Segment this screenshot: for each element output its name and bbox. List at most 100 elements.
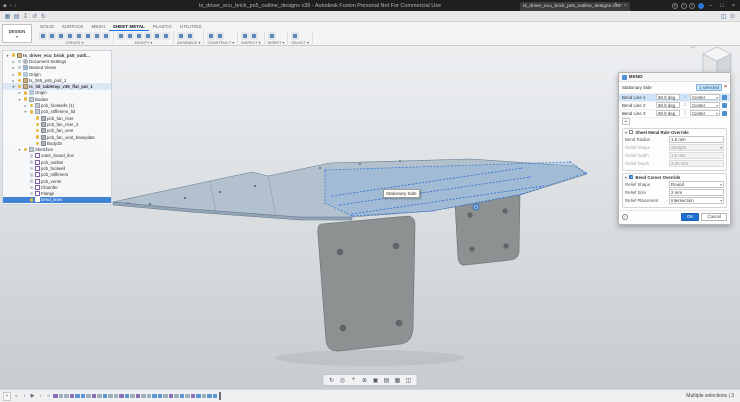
new-component-icon[interactable]: [177, 32, 185, 40]
timeline-feature[interactable]: [152, 394, 157, 399]
visibility-icon[interactable]: [24, 91, 28, 95]
visibility-icon[interactable]: [12, 53, 16, 57]
back-icon[interactable]: ‹: [10, 3, 12, 9]
flip-direction-icon[interactable]: ↕: [682, 102, 688, 108]
timeline-feature[interactable]: [180, 394, 185, 399]
undo-icon[interactable]: ↺: [30, 12, 39, 21]
visibility-icon[interactable]: [30, 179, 34, 183]
bend-table-row[interactable]: Bend Line 1 90.0 deg ↕ Center ▾: [619, 94, 730, 102]
fit-icon[interactable]: ▣: [372, 376, 380, 384]
combine-icon[interactable]: [162, 32, 170, 40]
data-panel-icon[interactable]: ▦: [3, 12, 12, 21]
joint-icon[interactable]: [186, 32, 194, 40]
toolbar-group-label[interactable]: SELECT ▾: [291, 40, 309, 46]
add-bend-button[interactable]: +: [622, 118, 630, 125]
new-document-tab-button[interactable]: +: [614, 2, 618, 8]
timeline-feature[interactable]: [92, 394, 97, 399]
timeline-playhead[interactable]: [219, 392, 221, 400]
timeline-feature[interactable]: [141, 394, 146, 399]
expander-icon[interactable]: ▾: [17, 97, 22, 102]
derive-icon[interactable]: [84, 32, 92, 40]
visibility-icon[interactable]: [30, 192, 34, 196]
timeline-feature[interactable]: [103, 394, 108, 399]
zoom-icon[interactable]: ⊕: [361, 376, 369, 384]
fillet-icon[interactable]: [153, 32, 161, 40]
section-analysis-icon[interactable]: [250, 32, 258, 40]
field-control[interactable]: 2 mm: [669, 189, 724, 196]
timeline-feature[interactable]: [147, 394, 152, 399]
bend-table-row[interactable]: Bend Line 3 90.0 deg ↕ Center ▾: [619, 110, 730, 118]
expander-icon[interactable]: ▾: [11, 84, 16, 89]
file-menu-icon[interactable]: ▤: [12, 12, 21, 21]
timeline-feature[interactable]: [196, 394, 201, 399]
forward-icon[interactable]: ›: [15, 3, 17, 9]
field-control[interactable]: 1.5 mm: [669, 136, 724, 143]
expander-icon[interactable]: ▸: [23, 103, 28, 108]
look-at-icon[interactable]: ◎: [339, 376, 347, 384]
visibility-icon[interactable]: [18, 66, 22, 70]
extensions-icon[interactable]: ◫: [719, 12, 728, 21]
visibility-icon[interactable]: [36, 135, 40, 139]
toolbar-tab[interactable]: MESH: [88, 22, 109, 31]
section-caret-icon[interactable]: ▾: [625, 175, 627, 180]
center-leg-flange[interactable]: [318, 216, 415, 351]
toolbar-tab[interactable]: SHEET METAL: [109, 22, 149, 31]
stationary-side-selection[interactable]: 1 selected: [696, 84, 722, 91]
toolbar-tab[interactable]: SOLID: [36, 22, 58, 31]
bend-angle-input[interactable]: 90.0 deg: [656, 102, 680, 109]
selection-manipulator[interactable]: [473, 204, 479, 210]
visibility-icon[interactable]: [30, 186, 34, 190]
timeline-feature[interactable]: [59, 394, 64, 399]
visibility-icon[interactable]: [24, 148, 28, 152]
section-checkbox[interactable]: [629, 130, 634, 135]
job-status-icon[interactable]: ↻: [672, 3, 678, 9]
maximize-button[interactable]: □: [718, 0, 727, 11]
visibility-icon[interactable]: [24, 97, 28, 101]
visibility-icon[interactable]: [30, 173, 34, 177]
visibility-icon[interactable]: [36, 142, 40, 146]
unfold-icon[interactable]: [117, 32, 125, 40]
step-back-icon[interactable]: ‹: [21, 392, 28, 401]
toolbar-tab[interactable]: SURFACE: [58, 22, 88, 31]
document-tab-close-icon[interactable]: ×: [624, 3, 627, 9]
bend-direction-icon[interactable]: [722, 95, 727, 100]
toolbar-group-label[interactable]: INSPECT ▾: [241, 40, 260, 46]
select-icon[interactable]: [291, 32, 299, 40]
bend-position-select[interactable]: Center ▾: [690, 94, 720, 101]
pattern-icon[interactable]: [102, 32, 110, 40]
visibility-icon[interactable]: [30, 104, 34, 108]
bend-icon[interactable]: [75, 32, 83, 40]
timeline-feature[interactable]: [125, 394, 130, 399]
section-checkbox[interactable]: [629, 175, 634, 180]
visibility-icon[interactable]: [30, 198, 34, 202]
expander-icon[interactable]: ▸: [11, 72, 16, 77]
expander-icon[interactable]: ▾: [17, 147, 22, 152]
visibility-icon[interactable]: [30, 167, 34, 171]
timeline-feature[interactable]: [64, 394, 69, 399]
visibility-icon[interactable]: [18, 60, 22, 64]
expander-icon[interactable]: ▸: [11, 78, 16, 83]
visibility-icon[interactable]: [18, 79, 22, 83]
visibility-icon[interactable]: [18, 85, 22, 89]
thread-icon[interactable]: [93, 32, 101, 40]
insert-mesh-icon[interactable]: [268, 32, 276, 40]
field-control[interactable]: Round▾: [669, 181, 724, 188]
profile-avatar[interactable]: [698, 3, 704, 9]
timeline-feature[interactable]: [130, 394, 135, 399]
notifications-icon[interactable]: !: [681, 3, 687, 9]
redo-icon[interactable]: ↻: [39, 12, 48, 21]
field-control[interactable]: Intersection▾: [669, 197, 724, 204]
bend-position-select[interactable]: Center ▾: [690, 110, 720, 117]
viewports-icon[interactable]: ◫: [405, 376, 413, 384]
bend-position-select[interactable]: Center ▾: [690, 102, 720, 109]
toolbar-tab[interactable]: UTILITIES: [176, 22, 205, 31]
play-icon[interactable]: ▶: [29, 392, 36, 401]
timeline-collapse-icon[interactable]: «: [3, 392, 11, 401]
flip-direction-icon[interactable]: ↕: [682, 110, 688, 116]
step-forward-icon[interactable]: ›: [37, 392, 44, 401]
cancel-button[interactable]: Cancel: [701, 213, 727, 221]
timeline-feature[interactable]: [185, 394, 190, 399]
timeline-feature[interactable]: [202, 394, 207, 399]
go-to-end-icon[interactable]: »: [45, 392, 52, 401]
expander-icon[interactable]: ▸: [11, 59, 16, 64]
